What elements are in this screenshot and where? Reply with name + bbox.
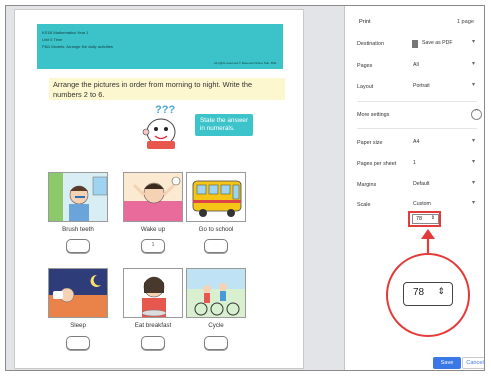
picture-cycle <box>186 268 246 318</box>
zoom-callout: 78 ⇕ <box>386 253 470 337</box>
caption-cycle: Cycle <box>208 322 224 329</box>
picture-sleep <box>48 268 108 318</box>
mascot-question-marks: ??? <box>155 104 175 116</box>
save-button[interactable]: Save <box>433 357 461 369</box>
header-line-2: Unit 5 Time <box>42 37 63 42</box>
answer-note-callout: State the answer in numerals. <box>195 114 253 136</box>
picture-wake-up <box>123 172 183 222</box>
caption-brush-teeth: Brush teeth <box>62 226 94 233</box>
scale-input-zoomed[interactable]: 78 ⇕ <box>403 282 453 306</box>
answer-box-eat-breakfast[interactable] <box>141 336 165 350</box>
header-line-1: KS1B Mathematics Year 1 <box>42 30 89 35</box>
answer-box-go-to-school[interactable] <box>204 239 228 253</box>
scale-input-zoomed-value: 78 <box>413 287 425 298</box>
worksheet-header: KS1B Mathematics Year 1 Unit 5 Time P&D … <box>37 24 283 69</box>
picture-eat-breakfast <box>123 268 183 318</box>
answer-box-cycle[interactable] <box>204 336 228 350</box>
answer-box-wake-up[interactable]: 1 <box>141 239 165 253</box>
preview-page: KS1B Mathematics Year 1 Unit 5 Time P&D … <box>14 9 304 369</box>
picture-brush-teeth <box>48 172 108 222</box>
worksheet-instruction: Arrange the pictures in order from morni… <box>49 78 285 100</box>
caption-eat-breakfast: Eat breakfast <box>134 322 172 329</box>
caption-sleep: Sleep <box>70 322 86 329</box>
print-settings-panel: Print 1 page Destination Save as PDF ▾ P… <box>345 6 484 370</box>
cancel-button[interactable]: Cancel <box>462 357 484 369</box>
spinner-icon: ⇕ <box>437 286 445 296</box>
picture-go-to-school <box>186 172 246 222</box>
header-rights: All rights reserved © Ravenell Online Sd… <box>213 61 277 65</box>
caption-go-to-school: Go to school <box>198 226 234 233</box>
answer-value: 1 <box>151 242 155 248</box>
mascot-illustration: ??? <box>142 104 176 149</box>
caption-wake-up: Wake up <box>140 226 166 233</box>
answer-box-sleep[interactable] <box>66 336 90 350</box>
header-line-3: P&D Models: Arrange the daily activities <box>42 44 113 49</box>
answer-box-brush-teeth[interactable] <box>66 239 90 253</box>
print-preview-area: KS1B Mathematics Year 1 Unit 5 Time P&D … <box>6 6 344 370</box>
print-dialog: KS1B Mathematics Year 1 Unit 5 Time P&D … <box>5 5 485 371</box>
